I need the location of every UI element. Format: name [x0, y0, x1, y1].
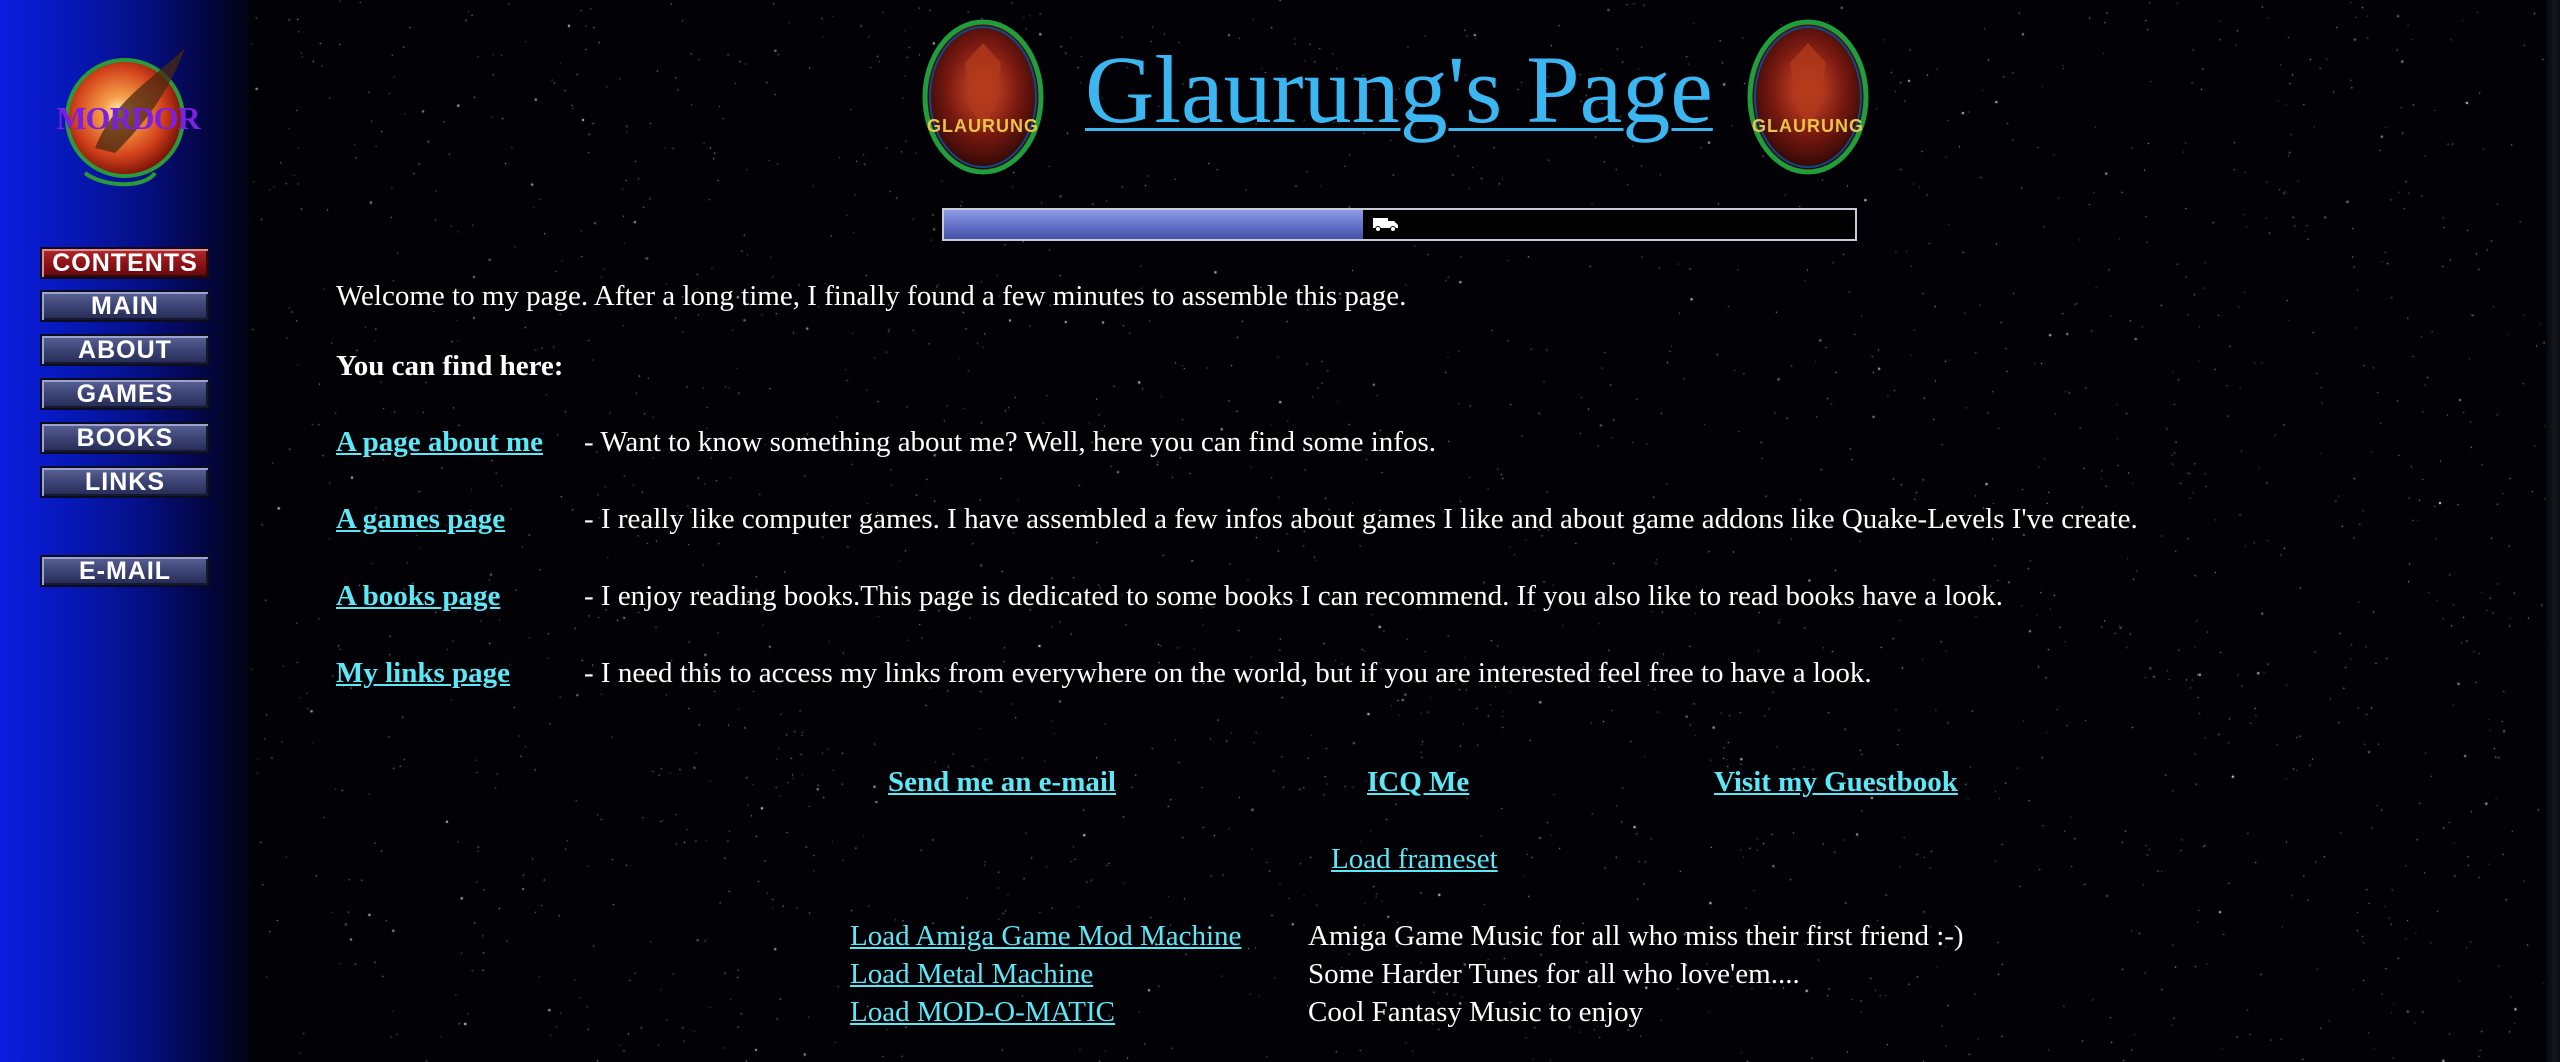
send-email-link[interactable]: Send me an e-mail	[888, 766, 1116, 799]
games-page-link[interactable]: A games page	[336, 503, 505, 536]
games-page-description: - I really like computer games. I have a…	[584, 503, 2138, 535]
load-frameset-link[interactable]: Load frameset	[1331, 843, 1498, 876]
find-here-heading: You can find here:	[336, 350, 564, 382]
dragon-emblem-right: GLAURUNG	[1745, 18, 1871, 176]
links-page-description: - I need this to access my links from ev…	[584, 657, 1872, 689]
mod-o-matic-link[interactable]: Load MOD-O-MATIC	[850, 996, 1115, 1029]
progress-fill	[944, 210, 1363, 239]
loading-progress-bar	[942, 208, 1857, 241]
metal-machine-link[interactable]: Load Metal Machine	[850, 958, 1093, 991]
window-edge	[2546, 0, 2560, 1062]
nav-button-about[interactable]: ABOUT	[40, 334, 210, 366]
logo-text: MORDOR	[56, 100, 200, 136]
amiga-mod-machine-description: Amiga Game Music for all who miss their …	[1308, 920, 1964, 952]
truck-icon	[1373, 218, 1398, 232]
books-page-description: - I enjoy reading books.This page is ded…	[584, 580, 2004, 612]
dragon-emblem-icon	[1747, 19, 1869, 175]
books-page-link[interactable]: A books page	[336, 580, 500, 613]
nav-button-links[interactable]: LINKS	[40, 466, 210, 498]
links-page-link[interactable]: My links page	[336, 657, 510, 690]
amiga-mod-machine-link[interactable]: Load Amiga Game Mod Machine	[850, 920, 1241, 953]
guestbook-link[interactable]: Visit my Guestbook	[1714, 766, 1958, 799]
emblem-label-left: GLAURUNG	[927, 116, 1039, 136]
page-title-link[interactable]: Glaurung's Page	[1085, 40, 1713, 140]
mod-o-matic-description: Cool Fantasy Music to enjoy	[1308, 996, 1644, 1028]
nav-button-email[interactable]: E-MAIL	[40, 555, 210, 587]
about-me-description: - Want to know something about me? Well,…	[584, 426, 1437, 458]
nav-button-books[interactable]: BOOKS	[40, 422, 210, 454]
dragon-emblem-icon	[922, 19, 1044, 175]
nav-button-contents[interactable]: CONTENTS	[40, 247, 210, 279]
nav-button-games[interactable]: GAMES	[40, 378, 210, 410]
emblem-label-right: GLAURUNG	[1752, 116, 1864, 136]
metal-machine-description: Some Harder Tunes for all who love'em...…	[1308, 958, 1800, 990]
dragon-emblem-left: GLAURUNG	[920, 18, 1046, 176]
about-me-link[interactable]: A page about me	[336, 426, 543, 459]
nav-button-main[interactable]: MAIN	[40, 290, 210, 322]
welcome-text: Welcome to my page. After a long time, I…	[336, 280, 1407, 312]
icq-link[interactable]: ICQ Me	[1367, 766, 1469, 799]
